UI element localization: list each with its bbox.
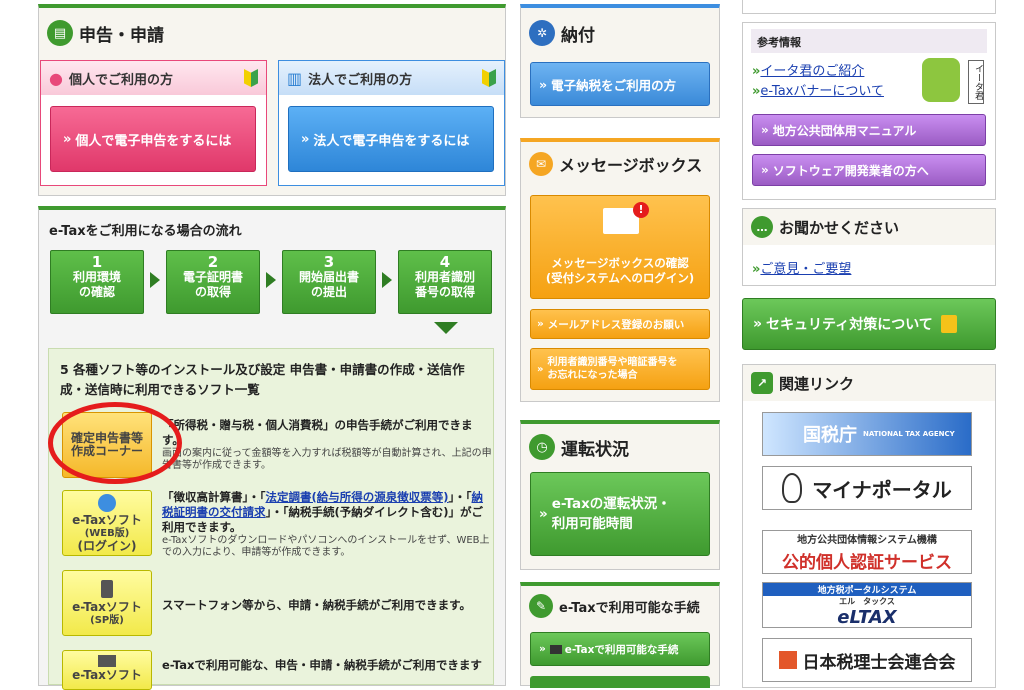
arrow-right-icon (150, 272, 160, 288)
jpki-banner[interactable]: 地方公共団体情報システム機構 公的個人認証サービス (762, 530, 972, 574)
forgot-id-button[interactable]: » 利用者識別番号や暗証番号を お忘れになった場合 (530, 348, 710, 390)
houtei-chousho-link[interactable]: 法定調書(給与所得の源泉徴収票等) (266, 490, 449, 504)
chevron-right-icon: » (63, 131, 72, 147)
local-gov-manual-button[interactable]: » 地方公共団体用マニュアル (752, 114, 986, 146)
etax-web-desc: 「徴収高計算書」・「法定調書(給与所得の源泉徴収票等)」・「納税証明書の交付請求… (162, 490, 490, 558)
zeirishi-banner[interactable]: 日本税理士会連合会 (762, 638, 972, 682)
arrow-right-icon (266, 272, 276, 288)
corporate-header: ▥ 法人でご利用の方 (279, 61, 504, 95)
message-title: メッセージボックス (559, 156, 703, 175)
etax-sp-button[interactable]: e-Taxソフト (SP版) (62, 570, 152, 636)
flow-step-4[interactable]: 4 利用者識別 番号の取得 (398, 250, 492, 314)
pc-icon (98, 655, 116, 667)
person-icon: ● (49, 68, 63, 88)
etax-soft-button[interactable]: e-Taxソフト (62, 650, 152, 690)
related-title: 関連リンク (779, 374, 855, 393)
chevron-right-icon: » (539, 506, 548, 522)
sankou-link-1[interactable]: »イータ君のご紹介 (752, 60, 864, 79)
document-icon: ▤ (47, 20, 73, 46)
external-link-icon: ↗ (751, 372, 773, 394)
sankou-link-2[interactable]: »e-Taxバナーについて (752, 80, 884, 99)
chevron-right-icon: » (761, 163, 769, 177)
alert-badge-icon: ! (633, 202, 649, 218)
building-icon: ▥ (287, 68, 303, 88)
shinkoku-title: 申告・申請 (79, 25, 164, 46)
etax-sp-desc: スマートフォン等から、申請・納税手続がご利用できます。 (162, 598, 472, 612)
etakun-tag: イータ君 (968, 60, 984, 104)
mail-icon: ✉ (529, 152, 553, 176)
individual-etax-button[interactable]: » 個人で電子申告をするには (50, 106, 256, 172)
beginner-mark-icon (244, 69, 258, 87)
flow-step-1[interactable]: 1 利用環境 の確認 (50, 250, 144, 314)
pc-icon (549, 644, 562, 654)
arrow-right-icon (382, 272, 392, 288)
beginner-mark-icon (482, 69, 496, 87)
flow-step-3[interactable]: 3 開始届出書 の提出 (282, 250, 376, 314)
rabbit-mascot-icon (782, 473, 803, 503)
nofu-title: 納付 (561, 25, 595, 46)
chevron-right-icon: » (301, 131, 310, 147)
corporate-etax-button[interactable]: » 法人で電子申告をするには (288, 106, 494, 172)
operation-status-button[interactable]: » e-Taxの運転状況・ 利用可能時間 (530, 472, 710, 556)
etax-web-button[interactable]: e-Taxソフト (WEB版) (ログイン) (62, 490, 152, 556)
lock-icon (940, 315, 957, 333)
clock-icon: ◷ (529, 434, 555, 460)
messagebox-login-button[interactable]: ! メッセージボックスの確認 (受付システムへのログイン) (530, 195, 710, 299)
procedures-title: e-Taxで利用可能な手続 (559, 600, 700, 616)
sankou-title: 参考情報 (751, 29, 987, 53)
mail-registration-button[interactable]: » メールアドレス登録のお願い (530, 309, 710, 339)
edit-icon: ✎ (529, 594, 553, 618)
coins-icon: ✲ (529, 20, 555, 46)
top-link-strip (742, 0, 996, 14)
shinkoku-header: ▤ 申告・申請 (47, 20, 164, 46)
mynaportal-banner[interactable]: マイナポータル (762, 466, 972, 510)
kakutei-desc: 「所得税・贈与税・個人消費税」の申告手続がご利用できます。 画面の案内に従って金… (162, 418, 492, 471)
etax-soft-desc: e-Taxで利用可能な、申告・申請・納税手続がご利用できます (162, 658, 482, 672)
flow-title: e-Taxをご利用になる場合の流れ (49, 224, 242, 239)
chevron-right-icon: » (537, 363, 544, 375)
feedback-link[interactable]: »ご意見・ご要望 (752, 258, 851, 277)
step5-title: 5 各種ソフト等のインストール及び設定 申告書・申請書の作成・送信作成・送信時に… (60, 362, 465, 397)
highlight-circle (48, 402, 182, 484)
eltax-banner[interactable]: 地方税ポータルシステム エル タックス eLTAX (762, 582, 972, 628)
software-developer-button[interactable]: » ソフトウェア開発業者の方へ (752, 154, 986, 186)
zeirishi-logo-icon (778, 651, 797, 669)
flow-step-2[interactable]: 2 電子証明書 の取得 (166, 250, 260, 314)
feedback-title: お聞かせください (779, 218, 900, 237)
chevron-right-icon: » (761, 123, 769, 137)
available-procedures-button[interactable]: » e-Taxで利用可能な手続 (530, 632, 710, 666)
procedures-button-2[interactable] (530, 676, 710, 688)
nta-banner[interactable]: 国税庁 NATIONAL TAX AGENCY (762, 412, 972, 456)
status-title: 運転状況 (561, 439, 629, 460)
chevron-right-icon: » (537, 318, 544, 330)
smartphone-icon (101, 579, 113, 598)
individual-header: ● 個人でご利用の方 (41, 61, 266, 95)
chevron-right-icon: » (539, 76, 548, 92)
e-payment-button[interactable]: » 電子納税をご利用の方 (530, 62, 710, 106)
etakun-mascot-icon (922, 58, 960, 102)
arrow-down-icon (434, 322, 458, 334)
chevron-right-icon: » (753, 316, 763, 332)
speech-bubble-icon: … (751, 216, 773, 238)
globe-icon (98, 493, 116, 512)
security-button[interactable]: » セキュリティ対策について (742, 298, 996, 350)
chevron-right-icon: » (539, 643, 546, 655)
